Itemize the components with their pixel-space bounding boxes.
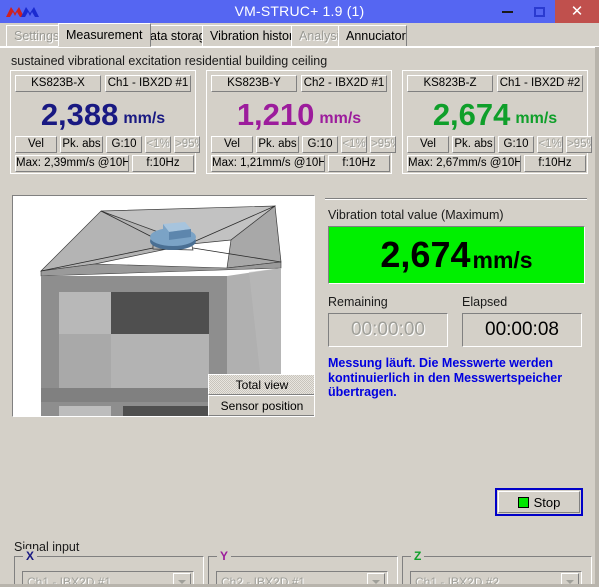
- elapsed-label: Elapsed: [462, 295, 508, 309]
- pct-low-y: <1%: [341, 136, 367, 153]
- gain-x: G:10: [106, 136, 142, 153]
- sensor-name-z: KS823B-Z: [407, 75, 493, 92]
- channel-x-header: KS823B-X Ch1 - IBX2D #1: [15, 75, 191, 92]
- measurement-panel: sustained vibrational excitation residen…: [0, 47, 599, 587]
- frequency-x: f:10Hz: [132, 155, 194, 172]
- detector-y: Pk. abs: [256, 136, 299, 153]
- channel-z-max: Max: 2,67mm/s @10Hz f:10Hz: [407, 155, 586, 172]
- channel-id-y: Ch2 - IBX2D #1: [301, 75, 387, 92]
- sensor-name-y: KS823B-Y: [211, 75, 297, 92]
- maximize-icon[interactable]: [523, 0, 555, 23]
- frequency-y: f:10Hz: [328, 155, 390, 172]
- channel-z-value: 2,674 mm/s: [403, 94, 587, 134]
- value-number-z: 2,674: [432, 96, 511, 132]
- stop-button[interactable]: Stop: [495, 488, 583, 516]
- gain-y: G:10: [302, 136, 338, 153]
- detector-x: Pk. abs: [60, 136, 103, 153]
- signal-group-z: Z Ch1 - IBX2D #2 G : 10: [402, 549, 592, 587]
- signal-group-x: X Ch1 - IBX2D #1 G : 10: [14, 549, 204, 587]
- total-value-label: Vibration total value (Maximum): [328, 208, 504, 222]
- quantity-z: Vel: [407, 136, 449, 153]
- tab-vibration-history[interactable]: Vibration history: [202, 25, 300, 46]
- total-value-unit: mm/s: [472, 247, 533, 273]
- channel-z-header: KS823B-Z Ch1 - IBX2D #2: [407, 75, 583, 92]
- value-number-y: 1,210: [236, 96, 315, 132]
- pct-low-z: <1%: [537, 136, 563, 153]
- max-value-z: Max: 2,67mm/s @10Hz: [407, 155, 521, 172]
- application-window: VM-STRUC+ 1.9 (1) ✕ Settings Measurement…: [0, 0, 599, 587]
- elapsed-time-field: 00:00:08: [462, 313, 582, 347]
- signal-group-y: Y Ch2 - IBX2D #1 G : 10: [208, 549, 398, 587]
- max-value-x: Max: 2,39mm/s @10Hz: [15, 155, 129, 172]
- measurement-description: sustained vibrational excitation residen…: [11, 54, 328, 68]
- value-unit-z: mm/s: [515, 110, 558, 127]
- channel-id-z: Ch1 - IBX2D #2: [497, 75, 583, 92]
- tab-bar: Settings Measurement Data storage Vibrat…: [0, 23, 599, 47]
- frequency-z: f:10Hz: [524, 155, 586, 172]
- channel-x-flags: Vel Pk. abs G:10 <1% >95%: [15, 136, 200, 153]
- sensor-position-button[interactable]: Sensor position: [208, 395, 314, 416]
- pct-high-y: >95%: [370, 136, 396, 153]
- close-icon[interactable]: ✕: [555, 0, 599, 23]
- tab-annuciator[interactable]: Annuciator: [338, 25, 407, 46]
- title-bar: VM-STRUC+ 1.9 (1) ✕: [0, 0, 599, 23]
- signal-group-z-caption: Z: [411, 549, 425, 563]
- channel-id-x: Ch1 - IBX2D #1: [105, 75, 191, 92]
- window-controls: ✕: [491, 0, 599, 23]
- quantity-y: Vel: [211, 136, 253, 153]
- status-message: Messung läuft. Die Messwerte werden kont…: [328, 356, 563, 399]
- stop-button-label: Stop: [533, 494, 561, 510]
- channel-z-flags: Vel Pk. abs G:10 <1% >95%: [407, 136, 592, 153]
- channel-y-flags: Vel Pk. abs G:10 <1% >95%: [211, 136, 396, 153]
- channel-x-value: 2,388 mm/s: [11, 94, 195, 134]
- pct-low-x: <1%: [145, 136, 171, 153]
- pct-high-x: >95%: [174, 136, 200, 153]
- channel-y-max: Max: 1,21mm/s @10Hz f:10Hz: [211, 155, 390, 172]
- total-view-button[interactable]: Total view: [208, 374, 314, 395]
- sensor-name-x: KS823B-X: [15, 75, 101, 92]
- quantity-x: Vel: [15, 136, 57, 153]
- remaining-label: Remaining: [328, 295, 388, 309]
- gain-z: G:10: [498, 136, 534, 153]
- detector-z: Pk. abs: [452, 136, 495, 153]
- tab-measurement[interactable]: Measurement: [58, 23, 151, 47]
- signal-group-y-caption: Y: [217, 549, 232, 563]
- section-divider-highlight: [325, 199, 587, 200]
- green-square-icon: [517, 496, 529, 508]
- channel-x-max: Max: 2,39mm/s @10Hz f:10Hz: [15, 155, 194, 172]
- window-edge-right: [595, 47, 599, 587]
- total-value-display: 2,674 mm/s: [328, 226, 585, 284]
- remaining-time-field: 00:00:00: [328, 313, 448, 347]
- building-illustration[interactable]: Total view Sensor position: [12, 195, 315, 417]
- minimize-icon[interactable]: [491, 0, 523, 23]
- view-buttons: Total view Sensor position: [208, 374, 314, 416]
- signal-group-x-caption: X: [23, 549, 38, 563]
- value-number-x: 2,388: [40, 96, 119, 132]
- total-value-number: 2,674: [380, 234, 471, 275]
- pct-high-z: >95%: [566, 136, 592, 153]
- value-unit-y: mm/s: [319, 110, 362, 127]
- channel-y-header: KS823B-Y Ch2 - IBX2D #1: [211, 75, 387, 92]
- channel-panel-x: KS823B-X Ch1 - IBX2D #1 2,388 mm/s Vel P…: [10, 70, 200, 174]
- vm-logo-icon: [4, 5, 40, 19]
- max-value-y: Max: 1,21mm/s @10Hz: [211, 155, 325, 172]
- value-unit-x: mm/s: [123, 110, 166, 127]
- channel-panel-y: KS823B-Y Ch2 - IBX2D #1 1,210 mm/s Vel P…: [206, 70, 396, 174]
- channel-y-value: 1,210 mm/s: [207, 94, 391, 134]
- channel-panel-z: KS823B-Z Ch1 - IBX2D #2 2,674 mm/s Vel P…: [402, 70, 592, 174]
